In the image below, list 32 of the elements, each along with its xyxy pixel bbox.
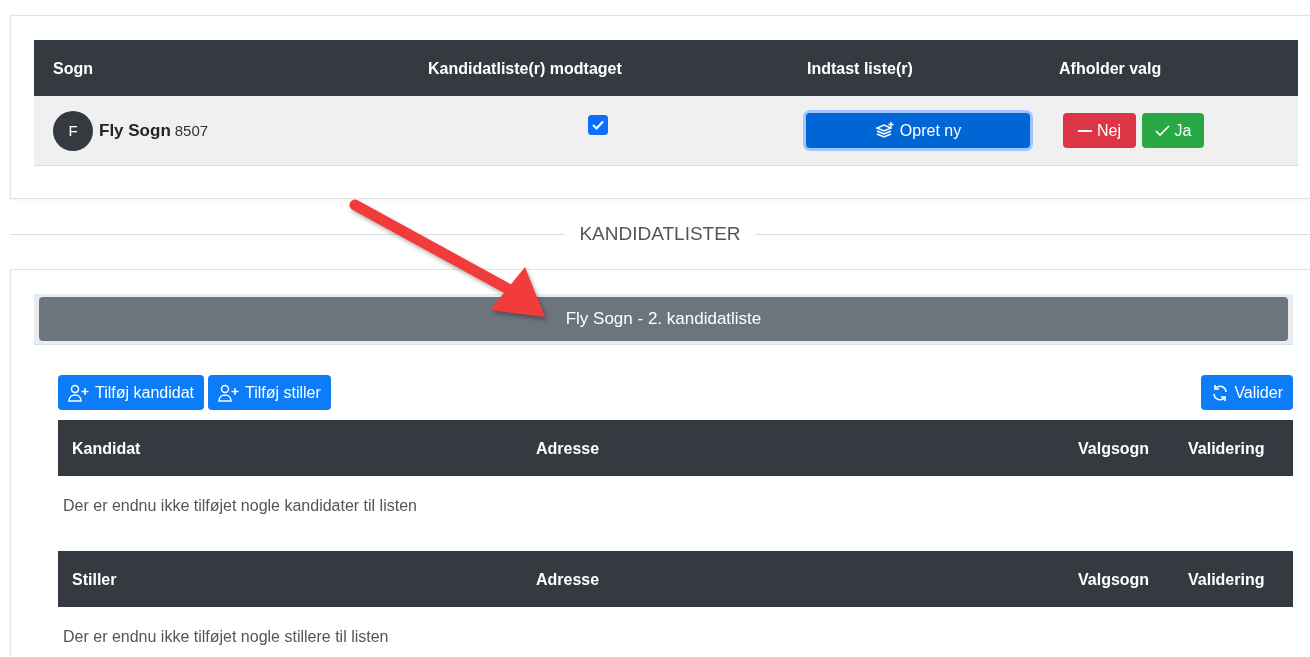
- check-icon: [592, 119, 604, 130]
- column-header: Adresse: [536, 439, 601, 458]
- add-person-icon: [218, 383, 240, 402]
- add-candidate-button[interactable]: Tilføj kandidat: [58, 375, 204, 410]
- no-button[interactable]: Nej: [1063, 113, 1136, 148]
- column-header: Valgsogn: [1078, 439, 1151, 458]
- empty-message: Der er endnu ikke tilføjet nogle kandidater til listen: [63, 497, 417, 514]
- validate-button[interactable]: Valider: [1201, 375, 1293, 410]
- column-header: Validering: [1188, 570, 1266, 589]
- add-proposer-button[interactable]: Tilføj stiller: [208, 375, 331, 410]
- column-header: Adresse: [536, 570, 601, 589]
- empty-message: Der er endnu ikke tilføjet nogle stillere til listen: [63, 628, 389, 645]
- add-person-icon: [68, 383, 90, 402]
- column-header: Sogn: [53, 59, 94, 78]
- refresh-icon: [1211, 383, 1230, 402]
- column-header: Stiller: [72, 570, 118, 589]
- column-header: Kandidatliste(r) modtaget: [428, 59, 623, 78]
- column-header: Afholder valg: [1059, 59, 1163, 78]
- yes-button[interactable]: Ja: [1142, 113, 1204, 148]
- layers-plus-icon: [874, 121, 895, 140]
- column-header: Kandidat: [72, 439, 142, 458]
- create-button[interactable]: Opret ny: [806, 113, 1030, 148]
- parish-number: 8507: [174, 122, 209, 139]
- section-title: KANDIDATLISTER: [579, 223, 741, 245]
- list-title-bar: Fly Sogn - 2. kandidatliste: [39, 297, 1288, 341]
- column-header: Valgsogn: [1078, 570, 1151, 589]
- parish-name: Fly Sogn: [99, 120, 171, 141]
- check-icon: [1154, 124, 1170, 137]
- checkbox[interactable]: [588, 114, 608, 135]
- column-header: Indtast liste(r): [807, 59, 914, 78]
- avatar: F: [53, 110, 93, 151]
- column-header: Validering: [1188, 439, 1266, 458]
